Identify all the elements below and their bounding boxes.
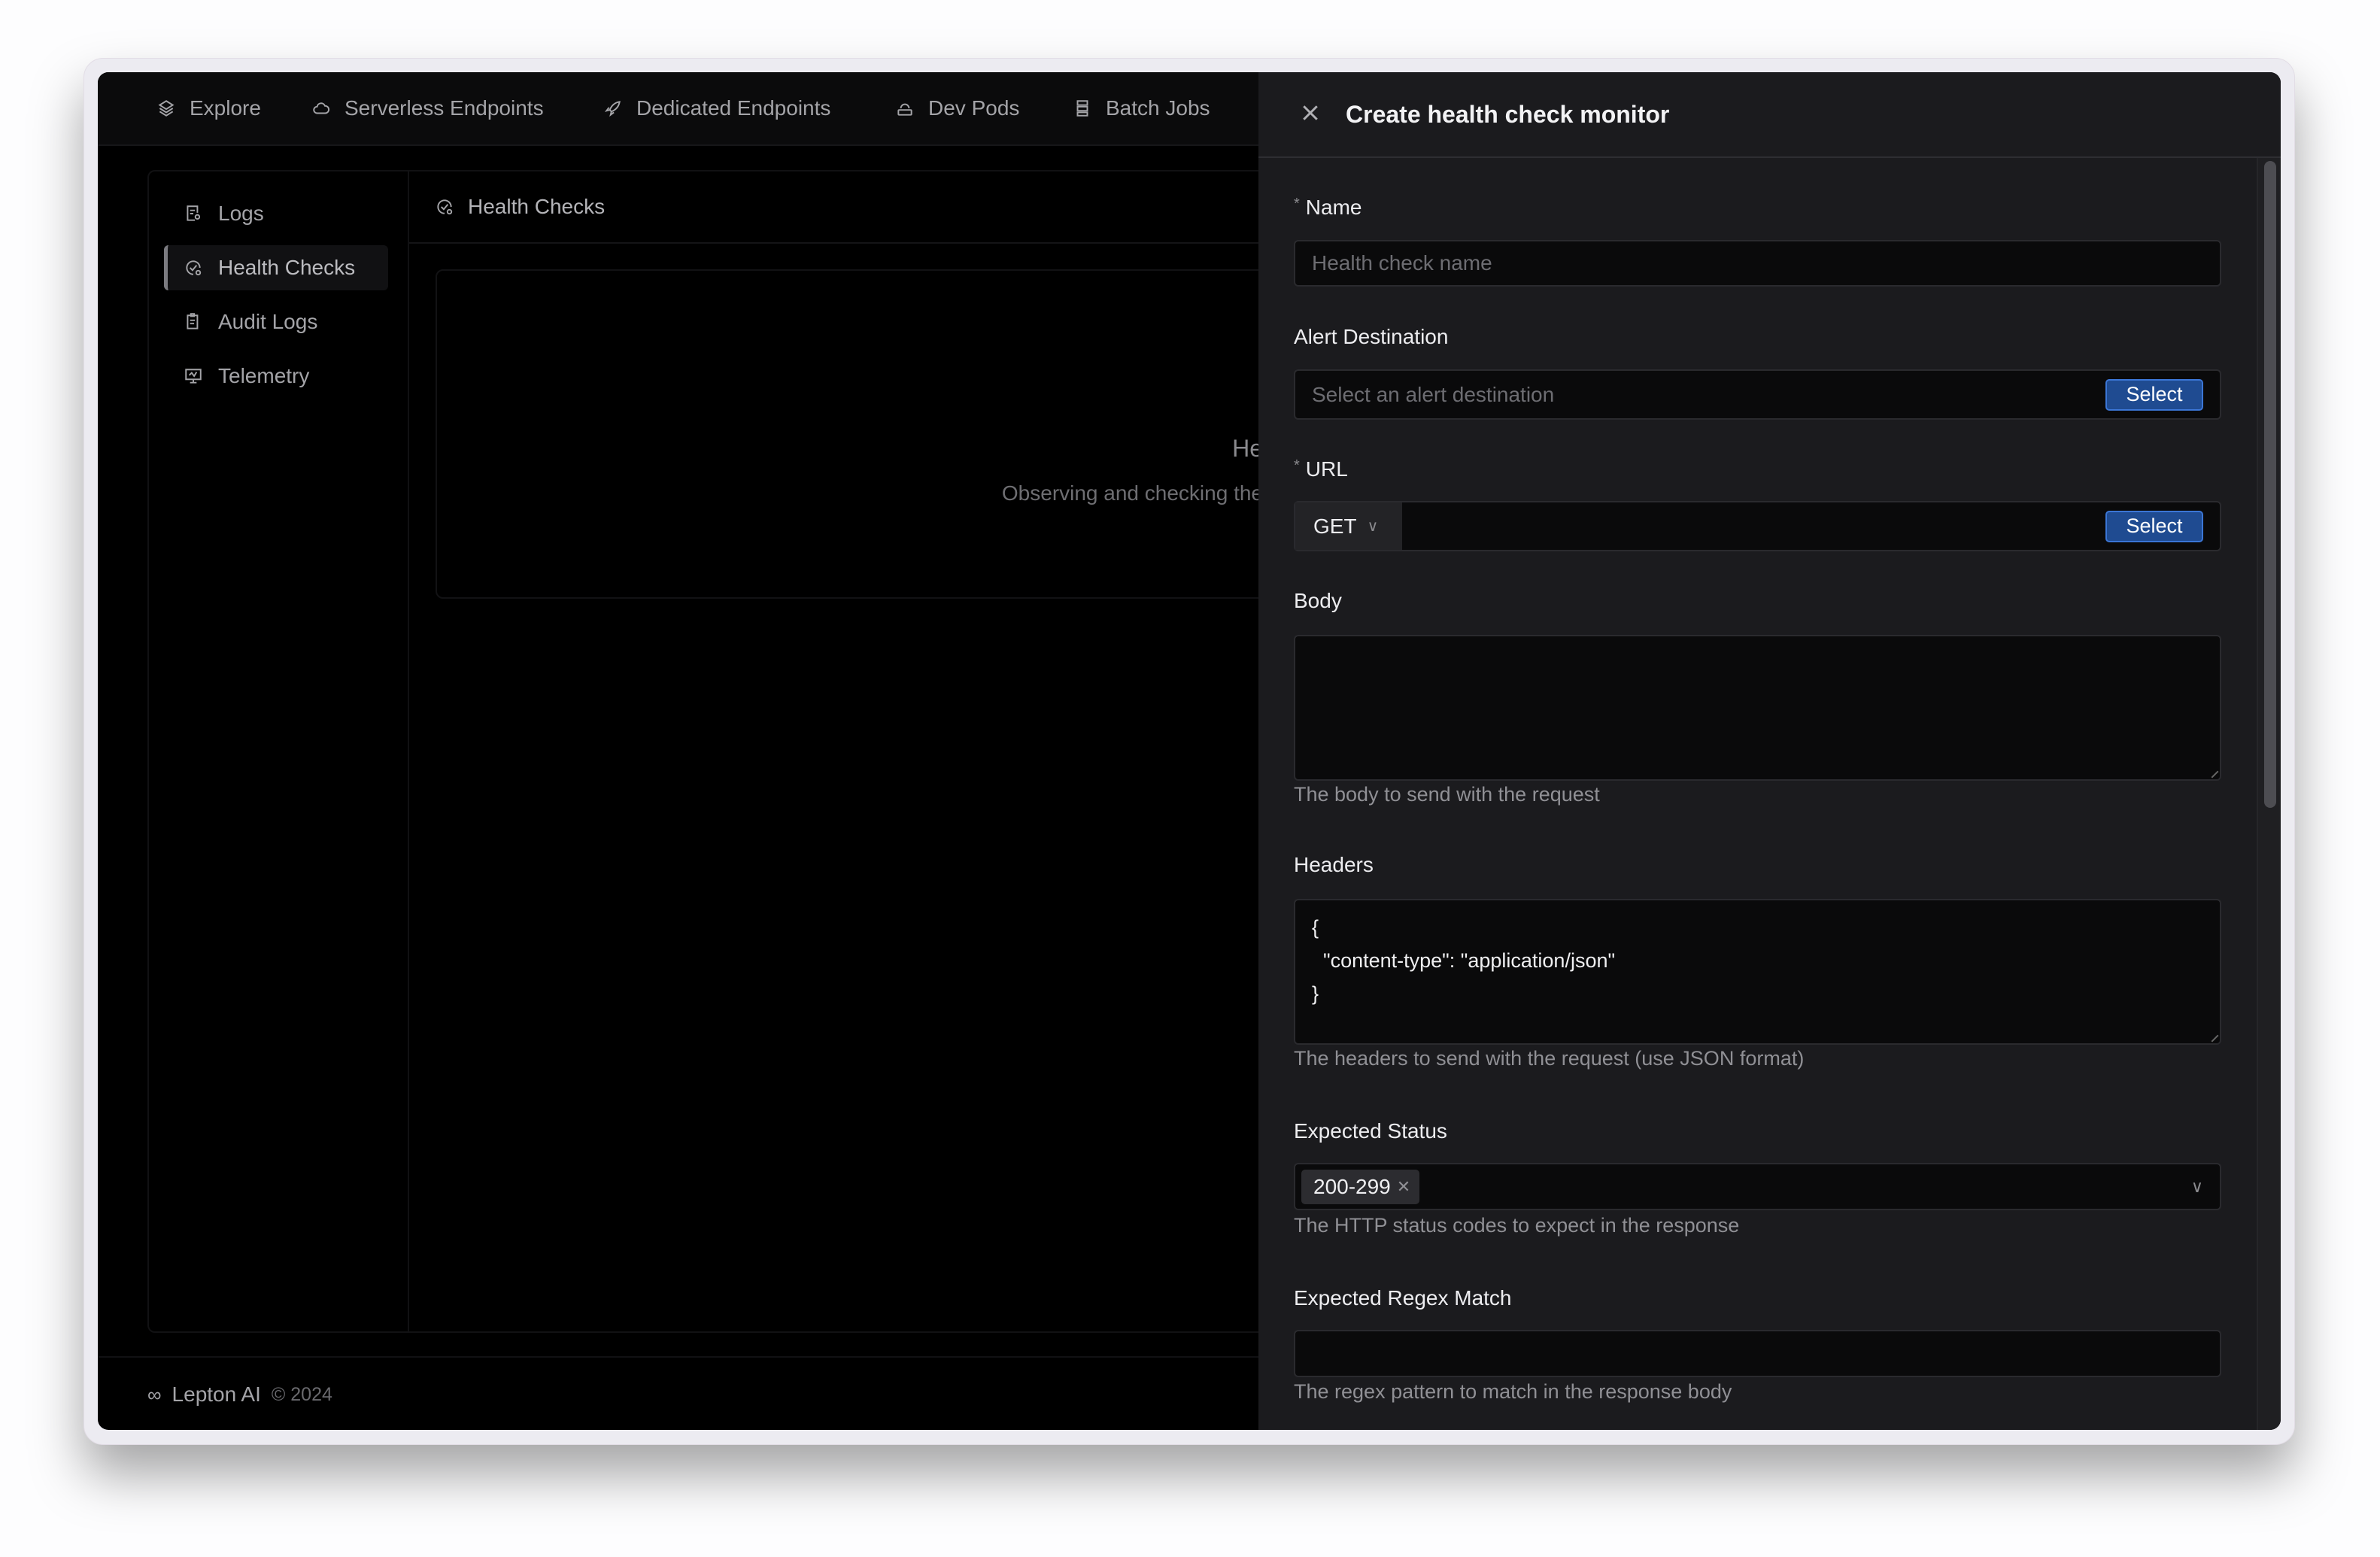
body-help: The body to send with the request [1294,783,1600,806]
url-label-text: URL [1305,457,1348,481]
nav-label: Batch Jobs [1106,96,1210,120]
chevron-down-icon: ∨ [2190,1176,2203,1196]
url-input[interactable]: GET ∨ Select [1294,501,2221,551]
remove-tag-icon[interactable]: ✕ [1397,1177,1410,1197]
lepton-logo-icon: ∞ [147,1382,162,1406]
health-check-icon [435,197,454,217]
create-monitor-drawer: Create health check monitor * Name Health… [1258,72,2281,1430]
regex-input[interactable] [1294,1330,2221,1377]
footer: ∞ Lepton AI © 2024 [147,1382,332,1407]
headers-label: Headers [1294,853,1374,876]
app-window: Explore Serverless Endpoints Dedicated E… [98,72,2281,1430]
health-check-icon [184,258,203,278]
close-icon[interactable] [1299,102,1322,128]
body-label: Body [1294,589,1342,612]
clipboard-icon [184,312,203,332]
nav-label: Dev Pods [928,96,1020,120]
alert-destination-input[interactable]: Select an alert destination Select [1294,369,2221,420]
required-marker: * [1294,196,1300,212]
content-area: Health Checks He Observing and checking … [409,170,1338,1333]
regex-help: The regex pattern to match in the respon… [1294,1380,1732,1403]
sidebar-item-audit-logs[interactable]: Audit Logs [164,299,388,344]
required-marker: * [1294,457,1300,474]
footer-copyright: © 2024 [271,1383,332,1405]
headers-help: The headers to send with the request (us… [1294,1047,1805,1070]
url-select-button[interactable]: Select [2105,510,2203,542]
alert-select-button[interactable]: Select [2105,378,2203,411]
top-nav: Explore Serverless Endpoints Dedicated E… [98,72,1258,146]
empty-state-card [436,269,1338,599]
nav-explore[interactable]: Explore [156,93,261,123]
drawer-header: Create health check monitor [1258,72,2281,158]
headers-textarea[interactable]: { "content-type": "application/json" } [1294,899,2221,1045]
status-tag: 200-299 ✕ [1301,1169,1420,1204]
nav-dedicated-endpoints[interactable]: Dedicated Endpoints [603,93,830,123]
nav-label: Dedicated Endpoints [636,96,831,120]
sidebar-item-label: Health Checks [218,256,356,279]
chevron-down-icon: ∨ [1367,518,1379,535]
headers-value: { "content-type": "application/json" } [1312,916,1616,1005]
regex-label: Expected Regex Match [1294,1286,1512,1310]
status-tag-label: 200-299 [1313,1174,1391,1198]
sidebar: Logs Health Checks Audit Logs Telemetry [147,170,409,1333]
monitor-icon [184,366,203,386]
sidebar-item-label: Telemetry [218,364,310,387]
expected-status-help: The HTTP status codes to expect in the r… [1294,1214,1740,1237]
nav-dev-pods[interactable]: Dev Pods [895,93,1019,123]
sidebar-item-health-checks[interactable]: Health Checks [164,245,388,290]
name-label: * Name [1294,196,1362,220]
alert-destination-placeholder: Select an alert destination [1312,382,1555,406]
content-title: Health Checks [468,195,606,218]
url-label: * URL [1294,457,1348,481]
alert-destination-label: Alert Destination [1294,325,1449,348]
http-method-select[interactable]: GET ∨ [1295,502,1402,550]
expected-status-label: Expected Status [1294,1119,1447,1143]
layers-icon [156,99,176,118]
sidebar-item-telemetry[interactable]: Telemetry [164,354,388,399]
expected-status-select[interactable]: 200-299 ✕ ∨ [1294,1163,2221,1210]
nav-serverless-endpoints[interactable]: Serverless Endpoints [311,93,544,123]
server-icon [1073,99,1092,118]
rocket-icon [603,99,623,118]
pod-icon [895,99,915,118]
resize-handle-icon[interactable] [2205,765,2219,778]
empty-state-subtitle: Observing and checking the [1001,481,1263,505]
name-label-text: Name [1305,196,1362,219]
name-placeholder: Health check name [1312,251,1492,275]
sidebar-item-logs[interactable]: Logs [164,191,388,236]
footer-brand[interactable]: Lepton AI [172,1382,261,1407]
footer-divider [98,1356,1258,1358]
nav-label: Serverless Endpoints [345,96,544,120]
sidebar-item-label: Audit Logs [218,310,318,333]
drawer-title: Create health check monitor [1346,100,1670,128]
name-input[interactable]: Health check name [1294,240,2221,287]
sidebar-item-label: Logs [218,202,264,225]
resize-handle-icon[interactable] [2205,1029,2219,1043]
http-method-value: GET [1313,514,1357,538]
content-header: Health Checks [409,171,1274,244]
nav-batch-jobs[interactable]: Batch Jobs [1073,93,1210,123]
log-search-icon [184,204,203,223]
body-textarea[interactable] [1294,635,2221,781]
scrollbar-thumb[interactable] [2264,161,2276,808]
nav-label: Explore [190,96,261,120]
cloud-icon [311,99,331,118]
